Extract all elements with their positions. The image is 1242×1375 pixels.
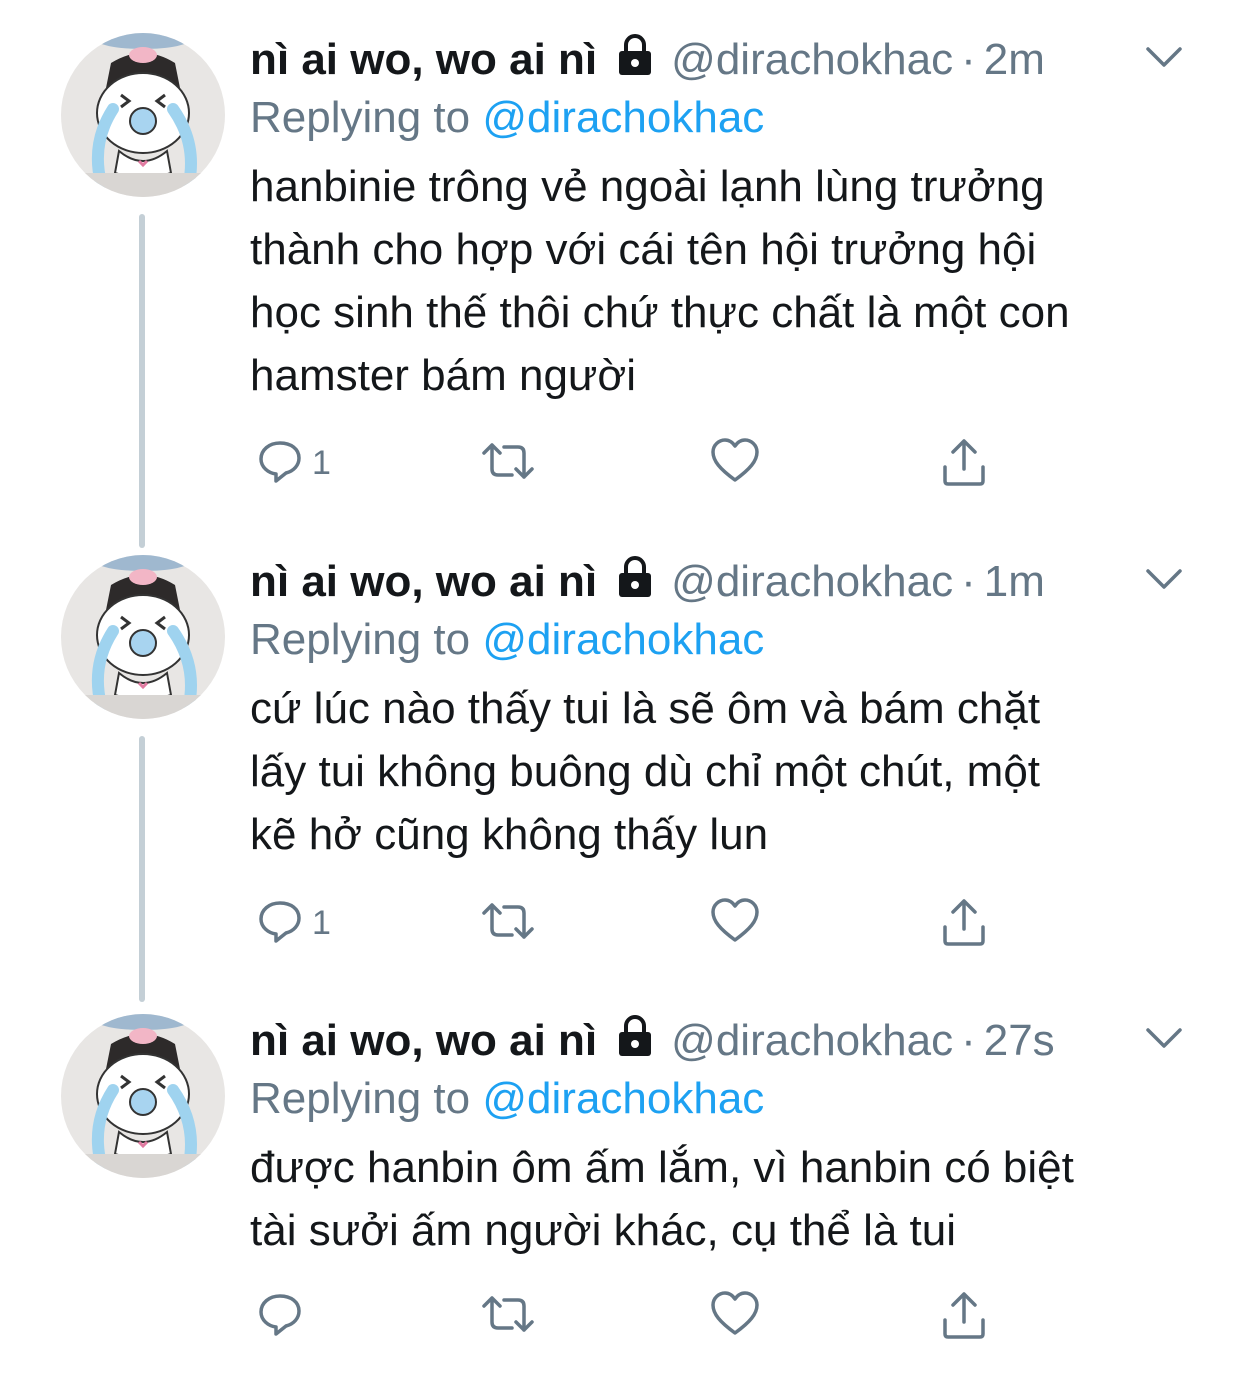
reply-icon (256, 1290, 304, 1343)
share-button[interactable] (940, 897, 988, 952)
like-button[interactable] (710, 437, 760, 490)
reply-button[interactable]: 1 (256, 437, 331, 490)
replying-to-mention[interactable]: @dirachokhac (482, 93, 764, 142)
share-button[interactable] (940, 1290, 988, 1345)
lock-icon (613, 1014, 657, 1069)
timestamp[interactable]: 27s (984, 1016, 1055, 1066)
display-name[interactable]: nì ai wo, wo ai nì (250, 1016, 597, 1066)
user-handle[interactable]: @dirachokhac (671, 557, 953, 607)
replying-to-label: Replying to (250, 93, 471, 142)
user-handle[interactable]: @dirachokhac (671, 1016, 953, 1066)
retweet-icon (480, 897, 536, 950)
share-icon (940, 897, 988, 952)
tweet-header: nì ai wo, wo ai nì @dirachokhac · 27s (250, 1014, 1055, 1069)
avatar[interactable] (61, 33, 225, 197)
share-icon (940, 1290, 988, 1345)
retweet-button[interactable] (480, 897, 536, 950)
replying-to-mention[interactable]: @dirachokhac (482, 615, 764, 664)
display-name[interactable]: nì ai wo, wo ai nì (250, 557, 597, 607)
tweet-text: cứ lúc nào thấy tui là sẽ ôm và bám chặt… (250, 677, 1210, 866)
replying-to-label: Replying to (250, 615, 471, 664)
retweet-icon (480, 437, 536, 490)
tweet-text-line: kẽ hở cũng không thấy lun (250, 810, 769, 859)
like-button[interactable] (710, 897, 760, 950)
reply-icon (256, 897, 304, 950)
chevron-down-icon[interactable] (1144, 559, 1184, 604)
crying-panda-avatar-icon (61, 33, 225, 197)
separator-dot: · (961, 1016, 976, 1065)
tweet-text-line: tài sưởi ấm người khác, cụ thể là tui (250, 1206, 957, 1255)
replying-to: Replying to @dirachokhac (250, 93, 764, 143)
heart-icon (710, 897, 760, 950)
like-button[interactable] (710, 1290, 760, 1343)
tweet-text: hanbinie trông vẻ ngoài lạnh lùng trưởng… (250, 155, 1210, 407)
replying-to: Replying to @dirachokhac (250, 615, 764, 665)
timestamp[interactable]: 1m (984, 557, 1045, 607)
crying-panda-avatar-icon (61, 1014, 225, 1178)
heart-icon (710, 437, 760, 490)
separator-dot: · (961, 557, 976, 606)
replying-to-mention[interactable]: @dirachokhac (482, 1074, 764, 1123)
tweet-header: nì ai wo, wo ai nì @dirachokhac · 1m (250, 555, 1045, 610)
tweet-text: được hanbin ôm ấm lắm, vì hanbin có biệt… (250, 1136, 1210, 1262)
tweet-actions: 1 (250, 897, 1010, 957)
display-name[interactable]: nì ai wo, wo ai nì (250, 35, 597, 85)
timestamp[interactable]: 2m (984, 35, 1045, 85)
avatar[interactable] (61, 1014, 225, 1178)
reply-button[interactable]: 1 (256, 897, 331, 950)
share-icon (940, 437, 988, 492)
tweet-text-line: hamster bám người (250, 351, 637, 400)
tweet-actions: 1 (250, 437, 1010, 497)
retweet-icon (480, 1290, 536, 1343)
chevron-down-icon[interactable] (1144, 37, 1184, 82)
heart-icon (710, 1290, 760, 1343)
tweet-text-line: thành cho hợp với cái tên hội trưởng hội (250, 225, 1037, 274)
lock-icon (613, 33, 657, 88)
retweet-button[interactable] (480, 437, 536, 490)
avatar[interactable] (61, 555, 225, 719)
reply-button[interactable] (256, 1290, 312, 1343)
chevron-down-icon[interactable] (1144, 1018, 1184, 1063)
reply-count: 1 (312, 904, 331, 942)
tweet-text-line: cứ lúc nào thấy tui là sẽ ôm và bám chặt (250, 684, 1041, 733)
retweet-button[interactable] (480, 1290, 536, 1343)
replying-to: Replying to @dirachokhac (250, 1074, 764, 1124)
reply-icon (256, 437, 304, 490)
lock-icon (613, 555, 657, 610)
tweet-text-line: lấy tui không buông dù chỉ một chút, một (250, 747, 1041, 796)
share-button[interactable] (940, 437, 988, 492)
tweet-actions (250, 1290, 1010, 1350)
replying-to-label: Replying to (250, 1074, 471, 1123)
crying-panda-avatar-icon (61, 555, 225, 719)
user-handle[interactable]: @dirachokhac (671, 35, 953, 85)
tweet-text-line: hanbinie trông vẻ ngoài lạnh lùng trưởng (250, 162, 1045, 211)
tweet-text-line: được hanbin ôm ấm lắm, vì hanbin có biệt (250, 1143, 1074, 1192)
tweet-header: nì ai wo, wo ai nì @dirachokhac · 2m (250, 33, 1045, 88)
separator-dot: · (961, 35, 976, 84)
thread-connector-line (139, 214, 145, 548)
tweet-text-line: học sinh thế thôi chứ thực chất là một c… (250, 288, 1070, 337)
reply-count: 1 (312, 444, 331, 482)
thread-connector-line (139, 736, 145, 1002)
